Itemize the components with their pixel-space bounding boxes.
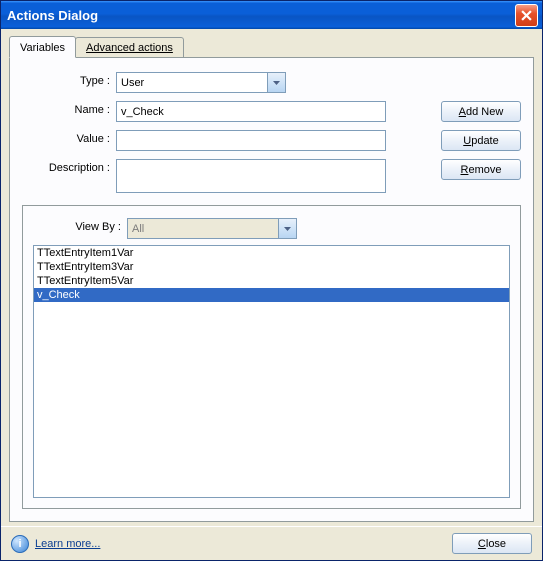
tab-strip: Variables Advanced actions: [9, 35, 534, 57]
variable-listbox[interactable]: TTextEntryItem1VarTTextEntryItem3VarTTex…: [33, 245, 510, 498]
close-button[interactable]: Close: [452, 533, 532, 554]
dialog-footer: i Learn more... Close: [1, 526, 542, 560]
tab-advanced-actions[interactable]: Advanced actions: [75, 37, 184, 57]
title-bar: Actions Dialog: [1, 1, 542, 29]
list-item[interactable]: TTextEntryItem1Var: [34, 246, 509, 260]
add-new-button[interactable]: Add New: [441, 101, 521, 122]
row-name: Name : Add New: [22, 101, 521, 122]
remove-button[interactable]: Remove: [441, 159, 521, 180]
chevron-down-icon: [278, 219, 296, 238]
chevron-down-icon: [267, 73, 285, 92]
list-item[interactable]: TTextEntryItem5Var: [34, 274, 509, 288]
variable-list-panel: View By : All TTextEntryItem1VarTTextEnt…: [22, 205, 521, 509]
row-type: Type : User: [22, 72, 521, 93]
learn-more-link[interactable]: Learn more...: [35, 538, 100, 550]
close-icon[interactable]: [515, 4, 538, 27]
name-input[interactable]: [116, 101, 386, 122]
type-label: Type :: [22, 72, 116, 87]
client-area: Variables Advanced actions Type : User: [1, 29, 542, 526]
variables-panel: Type : User Name : Add New: [9, 57, 534, 522]
info-icon: i: [11, 535, 29, 553]
description-input[interactable]: [116, 159, 386, 193]
viewby-label: View By :: [33, 218, 127, 233]
value-input[interactable]: [116, 130, 386, 151]
viewby-select[interactable]: All: [127, 218, 297, 239]
viewby-value: All: [128, 223, 278, 235]
window-title: Actions Dialog: [7, 8, 515, 23]
row-value: Value : Update: [22, 130, 521, 151]
update-button[interactable]: Update: [441, 130, 521, 151]
tab-variables-label: Variables: [20, 42, 65, 54]
row-viewby: View By : All: [33, 218, 510, 239]
type-select[interactable]: User: [116, 72, 286, 93]
list-item[interactable]: TTextEntryItem3Var: [34, 260, 509, 274]
name-label: Name :: [22, 101, 116, 116]
tab-advanced-label: Advanced actions: [86, 42, 173, 54]
list-item[interactable]: v_Check: [34, 288, 509, 302]
value-label: Value :: [22, 130, 116, 145]
actions-dialog-window: Actions Dialog Variables Advanced action…: [0, 0, 543, 561]
description-label: Description :: [22, 159, 116, 174]
tab-variables[interactable]: Variables: [9, 36, 76, 58]
row-description: Description : Remove: [22, 159, 521, 193]
type-select-value: User: [117, 77, 267, 89]
